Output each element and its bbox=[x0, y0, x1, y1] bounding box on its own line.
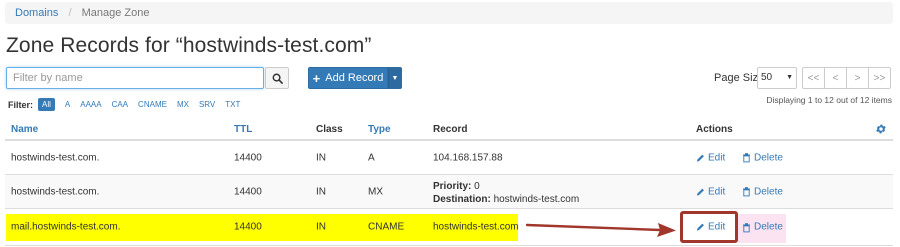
breadcrumb-separator: / bbox=[68, 7, 72, 19]
edit-button[interactable]: Edit bbox=[696, 152, 725, 163]
column-header-type[interactable]: Type bbox=[368, 124, 391, 135]
record-value: hostwinds-test.com bbox=[433, 221, 519, 233]
add-record-button[interactable]: + Add Record bbox=[308, 67, 388, 89]
column-header-record: Record bbox=[433, 124, 468, 135]
priority-label: Priority: bbox=[433, 181, 472, 192]
search-input[interactable] bbox=[6, 67, 264, 89]
column-header-name[interactable]: Name bbox=[11, 124, 38, 135]
filter-txt[interactable]: TXT bbox=[225, 100, 240, 109]
delete-label: Delete bbox=[754, 221, 783, 233]
filter-mx[interactable]: MX bbox=[177, 100, 189, 109]
caret-down-icon: ▼ bbox=[391, 74, 399, 82]
add-record-dropdown-toggle[interactable]: ▼ bbox=[388, 67, 402, 89]
gear-icon[interactable] bbox=[875, 123, 887, 138]
priority-value: 0 bbox=[474, 181, 480, 192]
pagination: << < > >> bbox=[802, 67, 891, 89]
delete-button[interactable]: Delete bbox=[742, 186, 783, 197]
record-name: hostwinds-test.com. bbox=[11, 186, 100, 197]
record-value: 104.168.157.88 bbox=[433, 152, 503, 163]
filter-label: Filter: bbox=[8, 99, 34, 110]
search-button[interactable] bbox=[265, 67, 289, 89]
filter-cname[interactable]: CNAME bbox=[138, 100, 167, 109]
caret-down-icon: ▼ bbox=[786, 74, 793, 81]
record-name: mail.hostwinds-test.com. bbox=[11, 221, 121, 233]
pencil-icon bbox=[696, 154, 704, 162]
arrow-right-icon bbox=[526, 223, 676, 237]
record-ttl: 14400 bbox=[234, 221, 262, 233]
pager-last-button[interactable]: >> bbox=[868, 67, 891, 89]
breadcrumb-domains-link[interactable]: Domains bbox=[15, 7, 58, 19]
trash-icon bbox=[743, 187, 750, 197]
mx-priority: Priority: 0 bbox=[433, 180, 579, 193]
record-type: MX bbox=[368, 186, 383, 197]
filter-all[interactable]: All bbox=[38, 98, 55, 111]
record-name: hostwinds-test.com. bbox=[11, 152, 100, 163]
column-header-actions: Actions bbox=[696, 124, 733, 135]
destination-value: hostwinds-test.com bbox=[493, 194, 580, 205]
table-header: Name TTL Class Type Record Actions bbox=[5, 119, 893, 141]
delete-button[interactable]: Delete bbox=[742, 152, 783, 163]
table-row: hostwinds-test.com. 14400 IN MX Priority… bbox=[5, 175, 893, 209]
pager-first-button[interactable]: << bbox=[802, 67, 825, 89]
record-class: IN bbox=[316, 186, 326, 197]
delete-label: Delete bbox=[754, 186, 783, 197]
delete-label: Delete bbox=[754, 152, 783, 163]
search-icon bbox=[272, 73, 283, 84]
breadcrumb-current: Manage Zone bbox=[81, 7, 150, 19]
edit-label: Edit bbox=[708, 186, 726, 197]
pager-next-button[interactable]: > bbox=[846, 67, 869, 89]
record-type: CNAME bbox=[368, 221, 405, 233]
filter-srv[interactable]: SRV bbox=[199, 100, 215, 109]
column-header-ttl[interactable]: TTL bbox=[234, 124, 252, 135]
delete-button[interactable]: Delete bbox=[742, 222, 783, 233]
table-row: hostwinds-test.com. 14400 IN A 104.168.1… bbox=[5, 141, 893, 175]
edit-annotation-box bbox=[680, 211, 738, 243]
add-record-label: Add Record bbox=[325, 72, 384, 84]
record-value: Priority: 0 Destination: hostwinds-test.… bbox=[433, 180, 579, 206]
record-type: A bbox=[368, 152, 375, 163]
column-header-class: Class bbox=[316, 124, 343, 135]
table-row: mail.hostwinds-test.com. 14400 IN CNAME … bbox=[5, 209, 893, 246]
mx-destination: Destination: hostwinds-test.com bbox=[433, 193, 579, 206]
page-title: Zone Records for “hostwinds-test.com” bbox=[6, 34, 372, 57]
pager-prev-button[interactable]: < bbox=[824, 67, 847, 89]
filter-a[interactable]: A bbox=[65, 100, 70, 109]
add-record-split-button: + Add Record ▼ bbox=[308, 67, 402, 89]
plus-icon: + bbox=[312, 70, 321, 86]
record-class: IN bbox=[316, 152, 326, 163]
displaying-count: Displaying 1 to 12 out of 12 items bbox=[766, 95, 892, 105]
trash-icon bbox=[743, 222, 750, 232]
record-ttl: 14400 bbox=[234, 152, 262, 163]
filter-caa[interactable]: CAA bbox=[112, 100, 128, 109]
destination-label: Destination: bbox=[433, 194, 491, 205]
edit-label: Edit bbox=[708, 152, 726, 163]
filter-bar: Filter: All A AAAA CAA CNAME MX SRV TXT bbox=[8, 98, 250, 111]
record-class: IN bbox=[316, 221, 326, 233]
page-size-value: 50 bbox=[761, 72, 773, 83]
pencil-icon bbox=[696, 188, 704, 196]
breadcrumb: Domains / Manage Zone bbox=[5, 2, 893, 24]
edit-button[interactable]: Edit bbox=[696, 186, 725, 197]
page-size-select[interactable]: 50 ▼ bbox=[757, 67, 797, 89]
filter-aaaa[interactable]: AAAA bbox=[80, 100, 101, 109]
trash-icon bbox=[743, 153, 750, 163]
record-ttl: 14400 bbox=[234, 186, 262, 197]
